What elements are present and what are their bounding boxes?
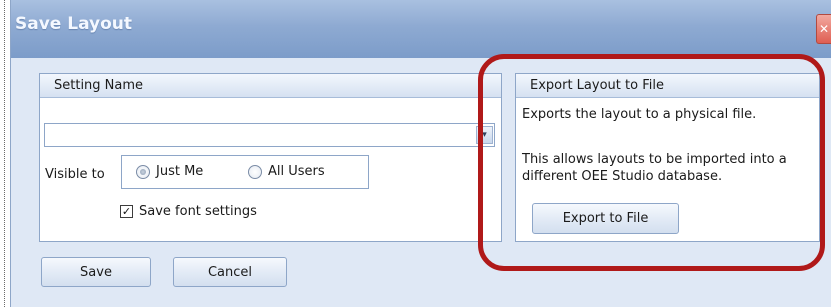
checkmark-icon: ✓	[121, 205, 132, 218]
page: Save Layout ✕ Setting Name ▾ Visible to	[0, 0, 831, 307]
save-button[interactable]: Save	[41, 257, 151, 287]
save-font-settings-checkbox-row[interactable]: ✓ Save font settings	[120, 204, 257, 219]
export-layout-group: Export Layout to File Exports the layout…	[515, 73, 820, 242]
save-font-settings-checkbox[interactable]: ✓	[120, 205, 133, 218]
title-bar[interactable]: Save Layout ✕	[11, 0, 831, 58]
save-layout-dialog: Save Layout ✕ Setting Name ▾ Visible to	[10, 0, 831, 307]
export-note: This allows layouts to be imported into …	[522, 152, 787, 184]
background-window-edge	[0, 0, 5, 307]
setting-name-group: Setting Name ▾ Visible to Just Me All Us…	[39, 73, 502, 242]
save-font-settings-label: Save font settings	[139, 204, 257, 219]
visibility-radio-group: Just Me All Users	[121, 155, 369, 189]
dialog-body: Setting Name ▾ Visible to Just Me All Us…	[11, 58, 831, 307]
radio-all-users[interactable]: All Users	[248, 164, 325, 179]
setting-name-header-label: Setting Name	[54, 78, 144, 93]
radio-just-me[interactable]: Just Me	[136, 164, 203, 179]
dropdown-button[interactable]: ▾	[476, 126, 493, 144]
export-layout-header: Export Layout to File	[516, 74, 819, 98]
close-button[interactable]: ✕	[816, 14, 831, 44]
radio-just-me-label: Just Me	[156, 164, 204, 179]
export-description: Exports the layout to a physical file.	[522, 107, 757, 122]
dialog-title: Save Layout	[15, 14, 133, 34]
cancel-button[interactable]: Cancel	[173, 257, 287, 287]
chevron-down-icon: ▾	[482, 130, 487, 140]
radio-unchecked-icon[interactable]	[248, 164, 262, 179]
radio-all-users-label: All Users	[268, 164, 325, 179]
export-layout-header-label: Export Layout to File	[530, 78, 664, 93]
radio-checked-icon[interactable]	[136, 164, 150, 179]
visible-to-label: Visible to	[45, 167, 105, 182]
setting-name-combobox[interactable]: ▾	[44, 123, 495, 147]
close-icon: ✕	[818, 22, 830, 36]
setting-name-header: Setting Name	[40, 74, 501, 98]
export-to-file-button[interactable]: Export to File	[532, 203, 679, 234]
